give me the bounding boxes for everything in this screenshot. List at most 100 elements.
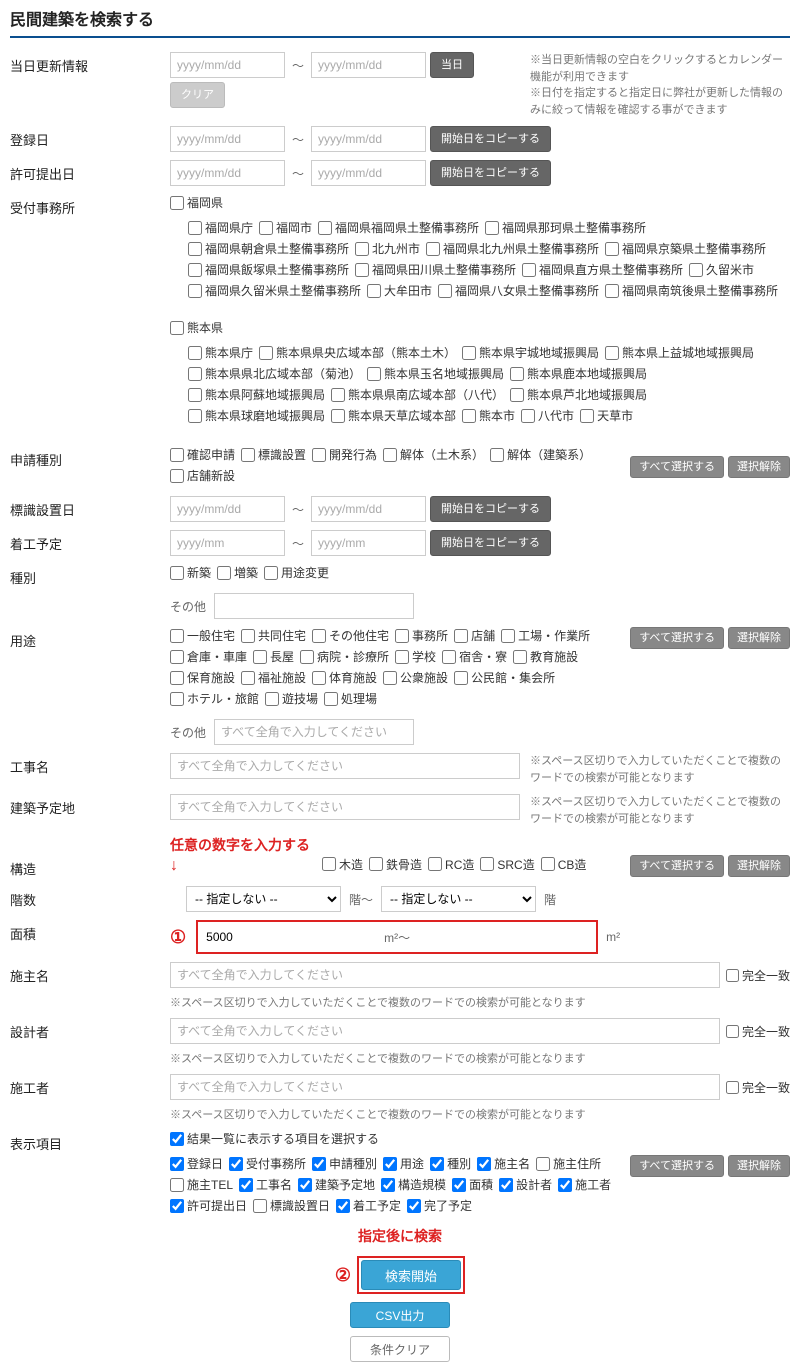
cb-fukuoka-list-1[interactable]: 福岡市 (259, 219, 312, 236)
search-button[interactable]: 検索開始 (361, 1260, 461, 1290)
cb-usage-list-5[interactable]: 工場・作業所 (501, 627, 590, 644)
cb-disp-list-12[interactable]: 設計者 (499, 1176, 552, 1193)
cb-usage-list-12[interactable]: 保育施設 (170, 669, 235, 686)
cb-kumamoto-list-0[interactable]: 熊本県庁 (188, 344, 253, 361)
cb-disp-list-15[interactable]: 標識設置日 (253, 1197, 330, 1214)
cb-fukuoka-list-10[interactable]: 福岡県直方県土整備事務所 (522, 261, 683, 278)
cb-disp-list-5[interactable]: 施主名 (477, 1155, 530, 1172)
cb-usage-list-11[interactable]: 教育施設 (513, 648, 578, 665)
startdate-from[interactable] (170, 530, 285, 556)
cb-fukuoka-list-0[interactable]: 福岡県庁 (188, 219, 253, 236)
cb-usage-list-3[interactable]: 事務所 (395, 627, 448, 644)
cb-apptype-list-2[interactable]: 開発行為 (312, 446, 377, 463)
cb-kumamoto-list-7[interactable]: 熊本県阿蘇地域振興局 (188, 386, 325, 403)
cb-usage-list-14[interactable]: 体育施設 (312, 669, 377, 686)
builder-input[interactable] (170, 1074, 720, 1100)
cb-disp-list-8[interactable]: 工事名 (239, 1176, 292, 1193)
cb-fukuoka-list-3[interactable]: 福岡県那珂県土整備事務所 (485, 219, 646, 236)
permit-from[interactable] (170, 160, 285, 186)
cb-kumamoto-list-1[interactable]: 熊本県県央広域本部（熊本土木） (259, 344, 456, 361)
cb-apptype-list-1[interactable]: 標識設置 (241, 446, 306, 463)
cb-fukuoka-list-5[interactable]: 北九州市 (355, 240, 420, 257)
cb-usage-list-13[interactable]: 福祉施設 (241, 669, 306, 686)
workname-input[interactable] (170, 753, 520, 779)
cb-usage-list-7[interactable]: 長屋 (253, 648, 294, 665)
clear-button[interactable]: クリア (170, 82, 225, 108)
cb-structure-list-0[interactable]: 木造 (322, 856, 363, 873)
deselect-disp[interactable]: 選択解除 (728, 1155, 790, 1177)
cb-disp-list-0[interactable]: 登録日 (170, 1155, 223, 1172)
cb-kumamoto-list-4[interactable]: 熊本県県北広域本部（菊池） (188, 365, 361, 382)
select-all-structure[interactable]: すべて選択する (630, 855, 724, 877)
cb-fukuoka-list-8[interactable]: 福岡県飯塚県土整備事務所 (188, 261, 349, 278)
update-from[interactable] (170, 52, 285, 78)
cb-usage-list-4[interactable]: 店舗 (454, 627, 495, 644)
permit-to[interactable] (311, 160, 426, 186)
cb-usage-list-18[interactable]: 遊技場 (265, 690, 318, 707)
cb-fukuoka-list-4[interactable]: 福岡県朝倉県土整備事務所 (188, 240, 349, 257)
cb-disp-list-1[interactable]: 受付事務所 (229, 1155, 306, 1172)
cb-usage-list-1[interactable]: 共同住宅 (241, 627, 306, 644)
cb-disp-list-14[interactable]: 許可提出日 (170, 1197, 247, 1214)
cb-usage-list-6[interactable]: 倉庫・車庫 (170, 648, 247, 665)
cb-kumamoto-list-2[interactable]: 熊本県宇城地域振興局 (462, 344, 599, 361)
deselect-structure[interactable]: 選択解除 (728, 855, 790, 877)
copy-start-button[interactable]: 開始日をコピーする (430, 126, 551, 152)
cb-usage-list-19[interactable]: 処理場 (324, 690, 377, 707)
cond-clear-button[interactable]: 条件クリア (350, 1336, 450, 1362)
copy-start-button-3[interactable]: 開始日をコピーする (430, 496, 551, 522)
cb-kind-list-1[interactable]: 増築 (217, 564, 258, 581)
cb-disp-list-10[interactable]: 構造規模 (381, 1176, 446, 1193)
update-to[interactable] (311, 52, 426, 78)
usage-other-input[interactable] (214, 719, 414, 745)
regdate-to[interactable] (311, 126, 426, 152)
buildsite-input[interactable] (170, 794, 520, 820)
kind-other-input[interactable] (214, 593, 414, 619)
cb-structure-list-1[interactable]: 鉄骨造 (369, 856, 422, 873)
cb-kind-list-0[interactable]: 新築 (170, 564, 211, 581)
select-all-usage[interactable]: すべて選択する (630, 627, 724, 649)
designer-input[interactable] (170, 1018, 720, 1044)
cb-kumamoto-list-13[interactable]: 八代市 (521, 407, 574, 424)
deselect-usage[interactable]: 選択解除 (728, 627, 790, 649)
cb-disp-list-17[interactable]: 完了予定 (407, 1197, 472, 1214)
cb-usage-list-2[interactable]: その他住宅 (312, 627, 389, 644)
cb-apptype-list-3[interactable]: 解体（土木系） (383, 446, 484, 463)
cb-fukuoka-list-11[interactable]: 久留米市 (689, 261, 754, 278)
cb-fukuoka-list-12[interactable]: 福岡県久留米県土整備事務所 (188, 282, 361, 299)
signdate-to[interactable] (311, 496, 426, 522)
cb-fukuoka-list-15[interactable]: 福岡県南筑後県土整備事務所 (605, 282, 778, 299)
floors-to[interactable]: -- 指定しない -- (381, 886, 536, 912)
copy-start-button-4[interactable]: 開始日をコピーする (430, 530, 551, 556)
cb-kumamoto-list-10[interactable]: 熊本県球磨地域振興局 (188, 407, 325, 424)
cb-usage-list-8[interactable]: 病院・診療所 (300, 648, 389, 665)
cb-usage-list-15[interactable]: 公衆施設 (383, 669, 448, 686)
cb-kumamoto-list-14[interactable]: 天草市 (580, 407, 633, 424)
today-button[interactable]: 当日 (430, 52, 474, 78)
cb-kumamoto-list-8[interactable]: 熊本県県南広域本部（八代） (331, 386, 504, 403)
cb-structure-list-3[interactable]: SRC造 (480, 856, 534, 873)
cb-fukuoka-list-13[interactable]: 大牟田市 (367, 282, 432, 299)
deselect-button[interactable]: 選択解除 (728, 456, 790, 478)
cb-disp-list-4[interactable]: 種別 (430, 1155, 471, 1172)
cb-kumamoto[interactable]: 熊本県 (170, 319, 223, 336)
copy-start-button-2[interactable]: 開始日をコピーする (430, 160, 551, 186)
cb-fukuoka[interactable]: 福岡県 (170, 194, 223, 211)
select-all-disp[interactable]: すべて選択する (630, 1155, 724, 1177)
select-all-button[interactable]: すべて選択する (630, 456, 724, 478)
cb-fukuoka-list-6[interactable]: 福岡県北九州県土整備事務所 (426, 240, 599, 257)
cb-usage-list-9[interactable]: 学校 (395, 648, 436, 665)
cb-kumamoto-list-9[interactable]: 熊本県芦北地域振興局 (510, 386, 647, 403)
cb-kumamoto-list-3[interactable]: 熊本県上益城地域振興局 (605, 344, 754, 361)
cb-usage-list-16[interactable]: 公民館・集会所 (454, 669, 555, 686)
cb-disp-list-9[interactable]: 建築予定地 (298, 1176, 375, 1193)
floors-from[interactable]: -- 指定しない -- (186, 886, 341, 912)
cb-apptype-list-4[interactable]: 解体（建築系） (490, 446, 591, 463)
cb-kumamoto-list-6[interactable]: 熊本県鹿本地域振興局 (510, 365, 647, 382)
designer-exact[interactable]: 完全一致 (726, 1023, 790, 1040)
cb-kind-list-2[interactable]: 用途変更 (264, 564, 329, 581)
cb-apptype-list-5[interactable]: 店舗新設 (170, 467, 235, 484)
cb-fukuoka-list-9[interactable]: 福岡県田川県土整備事務所 (355, 261, 516, 278)
startdate-to[interactable] (311, 530, 426, 556)
cb-display-header[interactable]: 結果一覧に表示する項目を選択する (170, 1130, 379, 1147)
